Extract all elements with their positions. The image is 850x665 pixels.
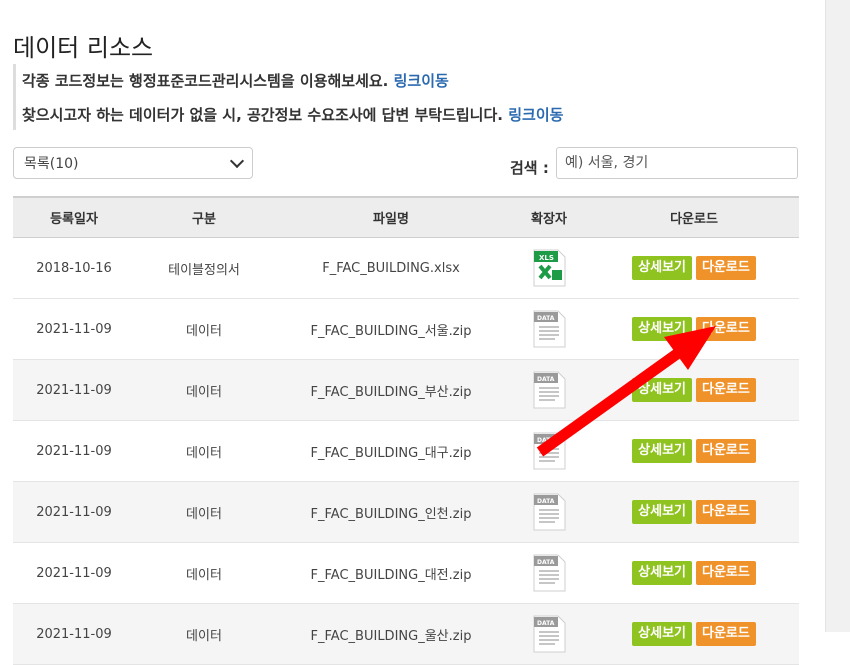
row-filename: F_FAC_BUILDING_대전.zip <box>310 567 472 583</box>
download-button[interactable]: 다운로드 <box>696 317 756 341</box>
excel-file-icon: XLS <box>533 249 566 287</box>
row-date: 2021-11-09 <box>36 382 112 398</box>
row-actions: 상세보기 다운로드 <box>589 378 799 402</box>
row-category: 데이터 <box>186 628 222 644</box>
page-title: 데이터 리소스 <box>13 34 154 62</box>
table-body: 2018-10-16 테이블정의서 F_FAC_BUILDING.xlsx XLS 상세… <box>13 238 799 665</box>
row-category: 데이터 <box>186 506 222 522</box>
row-date: 2021-11-09 <box>36 504 112 520</box>
row-actions: 상세보기 다운로드 <box>589 439 799 463</box>
download-button[interactable]: 다운로드 <box>696 378 756 402</box>
header-filename: 파일명 <box>373 212 409 227</box>
notice-text-survey: 찾으시고자 하는 데이터가 없을 시, 공간정보 수요조사에 답변 부탁드립니다… <box>22 106 503 124</box>
list-count-value: 목록(10) <box>24 156 79 172</box>
row-category: 데이터 <box>186 567 222 583</box>
svg-text:DATA: DATA <box>537 498 555 505</box>
notice-box: 각종 코드정보는 행정표준코드관리시스템을 이용해보세요. 링크이동 찾으시고자… <box>13 64 802 130</box>
svg-text:DATA: DATA <box>537 620 555 627</box>
download-button[interactable]: 다운로드 <box>696 439 756 463</box>
row-extension: DATA <box>509 615 589 653</box>
row-category: 데이터 <box>186 445 222 461</box>
download-button[interactable]: 다운로드 <box>696 622 756 646</box>
resource-table: 등록일자 구분 파일명 확장자 다운로드 2018-10-16 테이블정의서 F_F… <box>13 196 799 665</box>
row-date: 2021-11-09 <box>36 626 112 642</box>
table-row: 2021-11-09 데이터 F_FAC_BUILDING_대구.zip DATA 상세… <box>13 421 799 482</box>
svg-text:DATA: DATA <box>537 315 555 322</box>
code-system-link[interactable]: 링크이동 <box>394 72 449 90</box>
row-filename: F_FAC_BUILDING_대구.zip <box>310 445 472 461</box>
table-header: 등록일자 구분 파일명 확장자 다운로드 <box>13 196 799 238</box>
table-row: 2021-11-09 데이터 F_FAC_BUILDING_울산.zip DATA 상세… <box>13 604 799 665</box>
row-extension: DATA <box>509 493 589 531</box>
table-row: 2021-11-09 데이터 F_FAC_BUILDING_서울.zip DATA 상세… <box>13 299 799 360</box>
row-extension: DATA <box>509 554 589 592</box>
row-extension: DATA <box>509 310 589 348</box>
table-row: 2018-10-16 테이블정의서 F_FAC_BUILDING.xlsx XLS 상세… <box>13 238 799 299</box>
row-date: 2021-11-09 <box>36 443 112 459</box>
header-download: 다운로드 <box>670 212 718 227</box>
row-actions: 상세보기 다운로드 <box>589 622 799 646</box>
row-filename: F_FAC_BUILDING_부산.zip <box>310 384 472 400</box>
row-category: 데이터 <box>186 384 222 400</box>
row-date: 2021-11-09 <box>36 565 112 581</box>
row-filename: F_FAC_BUILDING_울산.zip <box>310 628 472 644</box>
notice-text-code: 각종 코드정보는 행정표준코드관리시스템을 이용해보세요. <box>22 72 389 90</box>
notice-line-code: 각종 코드정보는 행정표준코드관리시스템을 이용해보세요. 링크이동 <box>22 70 449 91</box>
detail-button[interactable]: 상세보기 <box>632 256 692 280</box>
data-file-icon: DATA <box>533 432 566 470</box>
row-category: 데이터 <box>186 323 222 339</box>
table-row: 2021-11-09 데이터 F_FAC_BUILDING_인천.zip DATA 상세… <box>13 482 799 543</box>
detail-button[interactable]: 상세보기 <box>632 378 692 402</box>
survey-link[interactable]: 링크이동 <box>508 106 563 124</box>
download-button[interactable]: 다운로드 <box>696 256 756 280</box>
table-row: 2021-11-09 데이터 F_FAC_BUILDING_대전.zip DATA 상세… <box>13 543 799 604</box>
page-scrollbar[interactable] <box>825 0 850 632</box>
row-actions: 상세보기 다운로드 <box>589 317 799 341</box>
row-actions: 상세보기 다운로드 <box>589 561 799 585</box>
header-extension: 확장자 <box>531 212 567 227</box>
data-file-icon: DATA <box>533 310 566 348</box>
header-date: 등록일자 <box>50 212 98 227</box>
data-file-icon: DATA <box>533 493 566 531</box>
search-label: 검색 : <box>510 159 549 177</box>
data-file-icon: DATA <box>533 371 566 409</box>
download-button[interactable]: 다운로드 <box>696 561 756 585</box>
row-filename: F_FAC_BUILDING_서울.zip <box>310 323 472 339</box>
detail-button[interactable]: 상세보기 <box>632 439 692 463</box>
row-date: 2018-10-16 <box>36 260 112 276</box>
detail-button[interactable]: 상세보기 <box>632 317 692 341</box>
download-button[interactable]: 다운로드 <box>696 500 756 524</box>
notice-line-survey: 찾으시고자 하는 데이터가 없을 시, 공간정보 수요조사에 답변 부탁드립니다… <box>22 104 563 125</box>
search-input[interactable] <box>556 147 798 179</box>
detail-button[interactable]: 상세보기 <box>632 500 692 524</box>
row-extension: XLS <box>509 249 589 287</box>
row-actions: 상세보기 다운로드 <box>589 256 799 280</box>
chevron-down-icon <box>229 153 245 168</box>
row-category: 테이블정의서 <box>168 262 240 278</box>
row-actions: 상세보기 다운로드 <box>589 500 799 524</box>
header-category: 구분 <box>192 212 216 227</box>
detail-button[interactable]: 상세보기 <box>632 622 692 646</box>
list-count-select[interactable]: 목록(10) <box>13 147 253 179</box>
svg-text:DATA: DATA <box>537 437 555 444</box>
svg-text:DATA: DATA <box>537 559 555 566</box>
detail-button[interactable]: 상세보기 <box>632 561 692 585</box>
row-date: 2021-11-09 <box>36 321 112 337</box>
table-row: 2021-11-09 데이터 F_FAC_BUILDING_부산.zip DATA 상세… <box>13 360 799 421</box>
svg-text:DATA: DATA <box>537 376 555 383</box>
row-filename: F_FAC_BUILDING_인천.zip <box>310 506 472 522</box>
data-file-icon: DATA <box>533 554 566 592</box>
svg-text:XLS: XLS <box>539 254 554 262</box>
row-filename: F_FAC_BUILDING.xlsx <box>322 260 460 276</box>
row-extension: DATA <box>509 371 589 409</box>
data-file-icon: DATA <box>533 615 566 653</box>
row-extension: DATA <box>509 432 589 470</box>
